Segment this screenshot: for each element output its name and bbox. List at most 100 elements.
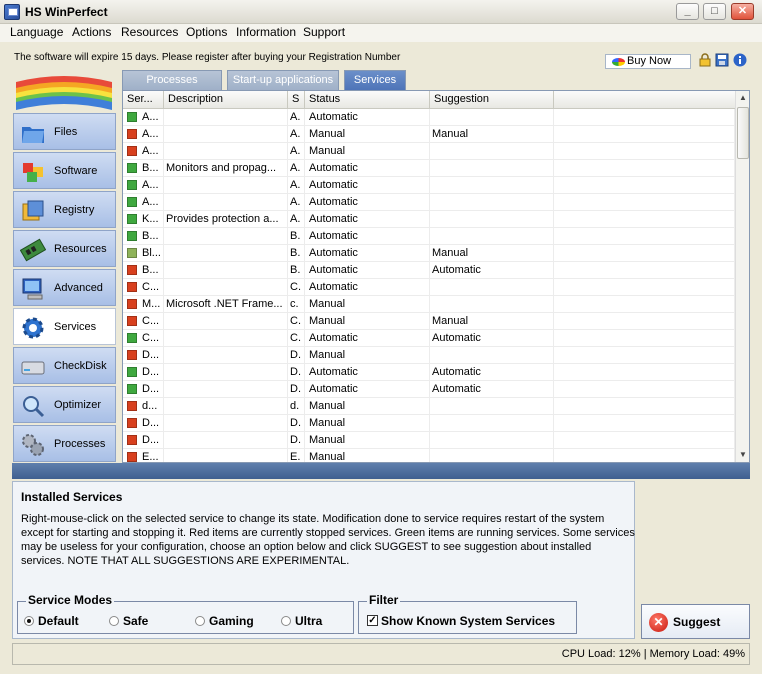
service-name: B... xyxy=(142,264,159,276)
running-status-icon xyxy=(127,197,137,207)
radio-ultra[interactable]: Ultra xyxy=(281,614,322,628)
table-row[interactable]: D... D. Automatic Automatic xyxy=(123,364,735,381)
service-name: A... xyxy=(142,179,159,191)
sidebar-item-optimizer[interactable]: Optimizer xyxy=(13,386,116,423)
vertical-scrollbar[interactable]: ▲ ▼ xyxy=(735,91,749,462)
table-row[interactable]: D... D. Manual xyxy=(123,432,735,449)
startup-cell: B. xyxy=(288,245,305,262)
service-name-cell: D... xyxy=(123,364,164,381)
menu-actions[interactable]: Actions xyxy=(71,24,112,42)
scrollbar-thumb[interactable] xyxy=(737,107,749,159)
service-name-cell: d... xyxy=(123,398,164,415)
column-header-startup[interactable]: S xyxy=(288,91,305,109)
empty-cell xyxy=(554,177,735,194)
sidebar-item-registry[interactable]: Registry xyxy=(13,191,116,228)
stopped-status-icon xyxy=(127,146,137,156)
table-row[interactable]: C... C. Automatic Automatic xyxy=(123,330,735,347)
radio-safe[interactable]: Safe xyxy=(109,614,148,628)
service-name-cell: Bl... xyxy=(123,245,164,262)
description-cell xyxy=(164,177,288,194)
table-row[interactable]: E... E. Manual xyxy=(123,449,735,462)
empty-cell xyxy=(554,398,735,415)
description-cell xyxy=(164,109,288,126)
running-status-icon xyxy=(127,163,137,173)
table-row[interactable]: B... Monitors and propag... A. Automatic xyxy=(123,160,735,177)
sidebar-item-advanced[interactable]: Advanced xyxy=(13,269,116,306)
table-row[interactable]: C... C. Manual Manual xyxy=(123,313,735,330)
table-row[interactable]: D... D. Automatic Automatic xyxy=(123,381,735,398)
table-row[interactable]: K... Provides protection a... A. Automatic xyxy=(123,211,735,228)
table-row[interactable]: A... A. Manual xyxy=(123,143,735,160)
sidebar-item-services[interactable]: Services xyxy=(13,308,116,345)
menu-options[interactable]: Options xyxy=(185,24,228,42)
service-name-cell: D... xyxy=(123,415,164,432)
table-row[interactable]: D... D. Manual xyxy=(123,347,735,364)
checkmark-icon: ✓ xyxy=(367,615,378,626)
suggest-button[interactable]: ✕ Suggest xyxy=(641,604,750,639)
sidebar-item-label: Advanced xyxy=(54,282,103,294)
menu-support[interactable]: Support xyxy=(302,24,346,42)
tab-processes[interactable]: Processes xyxy=(122,70,222,90)
table-row[interactable]: Bl... B. Automatic Manual xyxy=(123,245,735,262)
close-button[interactable]: ✕ xyxy=(731,3,754,20)
radio-gaming[interactable]: Gaming xyxy=(195,614,254,628)
empty-cell xyxy=(554,364,735,381)
table-row[interactable]: C... C. Automatic xyxy=(123,279,735,296)
status-cell: Manual xyxy=(305,398,430,415)
service-name: C... xyxy=(142,315,160,327)
tab-services[interactable]: Services xyxy=(344,70,406,90)
column-header-service[interactable]: Ser... xyxy=(123,91,164,109)
startup-cell: D. xyxy=(288,432,305,449)
description-cell xyxy=(164,228,288,245)
suggestion-cell xyxy=(430,449,554,462)
save-icon[interactable] xyxy=(715,53,729,67)
stopped-status-icon xyxy=(127,129,137,139)
tab-startup-applications[interactable]: Start-up applications xyxy=(227,70,339,90)
buy-now-button[interactable]: Buy Now xyxy=(605,54,691,69)
suggestion-cell xyxy=(430,143,554,160)
table-row[interactable]: B... B. Automatic xyxy=(123,228,735,245)
lock-icon[interactable] xyxy=(698,53,712,67)
startup-cell: D. xyxy=(288,415,305,432)
scroll-up-arrow-icon[interactable]: ▲ xyxy=(736,91,749,105)
service-name-cell: B... xyxy=(123,228,164,245)
table-row[interactable]: A... A. Automatic xyxy=(123,194,735,211)
sidebar-item-resources[interactable]: Resources xyxy=(13,230,116,267)
suggestion-cell xyxy=(430,279,554,296)
buy-now-label: Buy Now xyxy=(627,55,672,67)
scroll-down-arrow-icon[interactable]: ▼ xyxy=(736,448,749,462)
sidebar-item-label: Optimizer xyxy=(54,399,102,411)
minimize-button[interactable]: _ xyxy=(676,3,699,20)
info-icon[interactable] xyxy=(733,53,747,67)
memory-icon xyxy=(20,238,46,262)
suggestion-cell xyxy=(430,398,554,415)
running-status-icon xyxy=(127,112,137,122)
software-icon xyxy=(23,163,43,182)
menu-resources[interactable]: Resources xyxy=(120,24,179,42)
column-header-suggestion[interactable]: Suggestion xyxy=(430,91,554,109)
table-row[interactable]: A... A. Automatic xyxy=(123,109,735,126)
show-known-services-checkbox[interactable]: ✓ Show Known System Services xyxy=(367,614,555,628)
radio-default[interactable]: Default xyxy=(24,614,79,628)
checkbox-label: Show Known System Services xyxy=(381,614,556,628)
menu-language[interactable]: Language xyxy=(9,24,64,42)
column-header-status[interactable]: Status xyxy=(305,91,430,109)
table-row[interactable]: M... Microsoft .NET Frame... c. Manual xyxy=(123,296,735,313)
stopped-status-icon xyxy=(127,282,137,292)
startup-cell: A. xyxy=(288,126,305,143)
description-cell xyxy=(164,143,288,160)
sidebar-item-checkdisk[interactable]: CheckDisk xyxy=(13,347,116,384)
startup-cell: A. xyxy=(288,143,305,160)
sidebar-item-files[interactable]: Files xyxy=(13,113,116,150)
maximize-button[interactable]: □ xyxy=(703,3,726,20)
table-row[interactable]: B... B. Automatic Automatic xyxy=(123,262,735,279)
sidebar-item-software[interactable]: Software xyxy=(13,152,116,189)
table-row[interactable]: D... D. Manual xyxy=(123,415,735,432)
table-row[interactable]: A... A. Manual Manual xyxy=(123,126,735,143)
column-header-description[interactable]: Description xyxy=(164,91,288,109)
sidebar-item-processes[interactable]: Processes xyxy=(13,425,116,462)
table-row[interactable]: A... A. Automatic xyxy=(123,177,735,194)
menu-information[interactable]: Information xyxy=(235,24,297,42)
table-row[interactable]: d... d. Manual xyxy=(123,398,735,415)
panel-splitter[interactable] xyxy=(12,463,750,479)
